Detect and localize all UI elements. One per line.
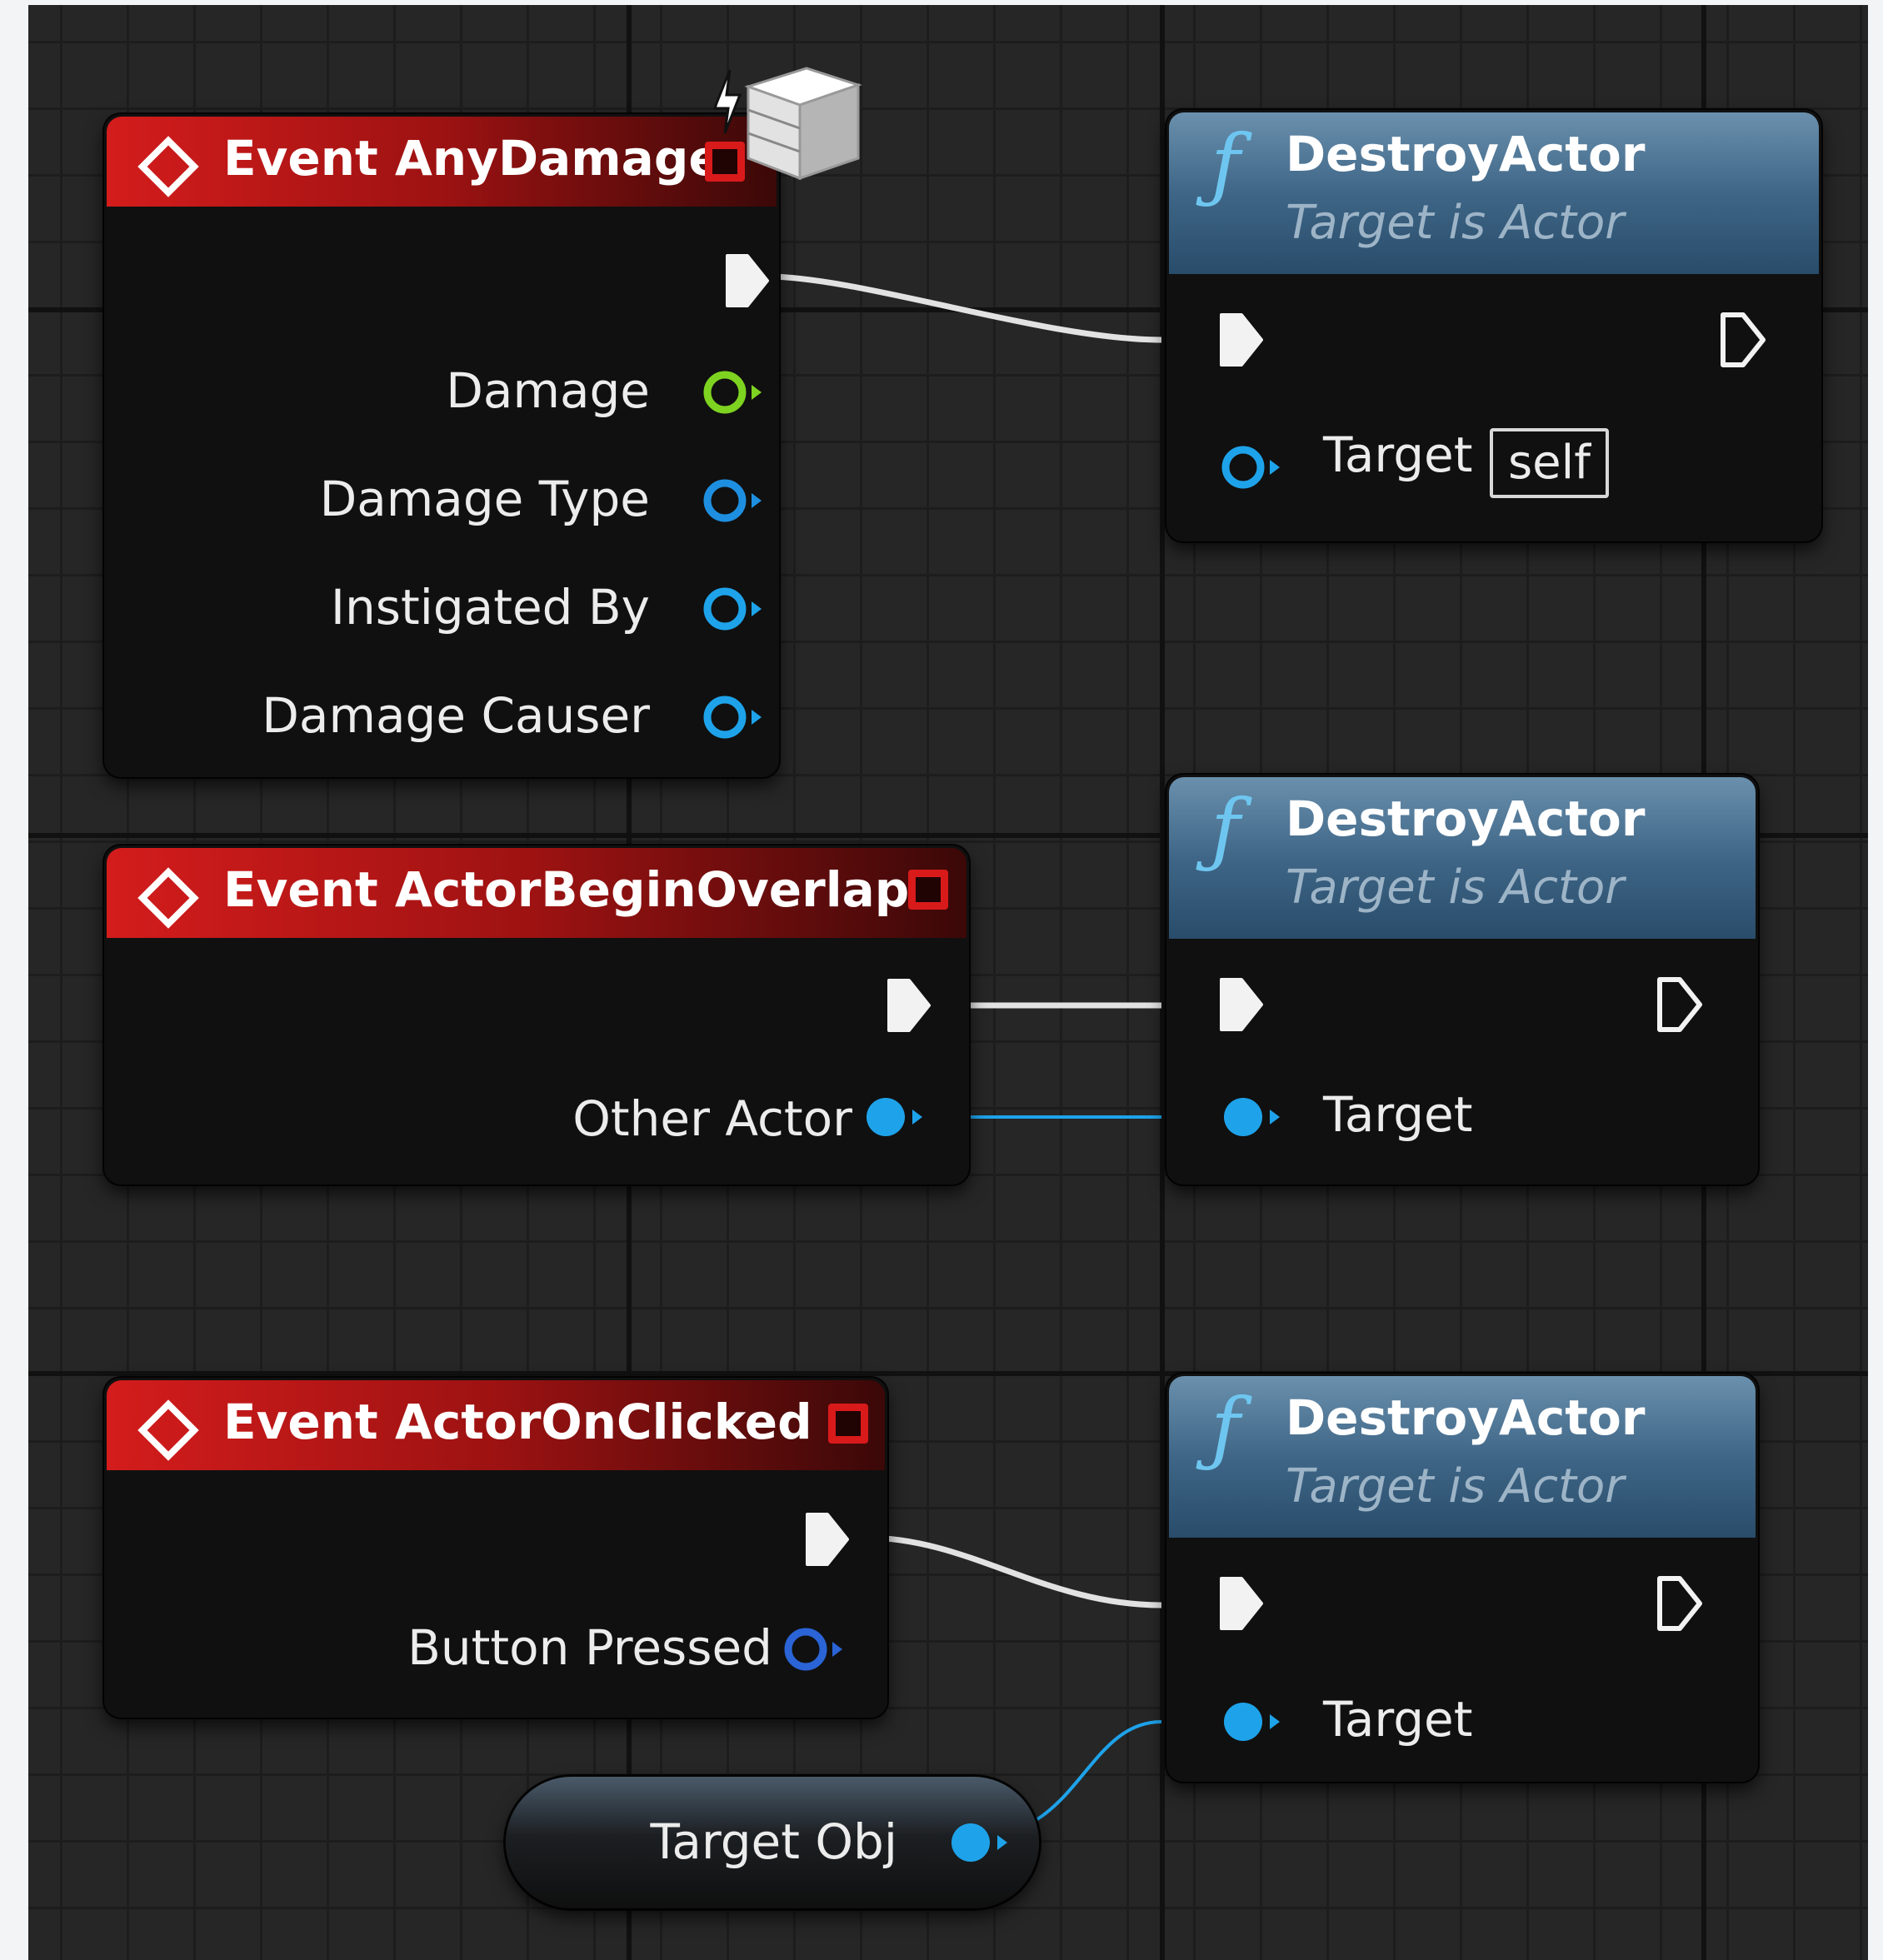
object-pin-icon[interactable] [862, 1091, 924, 1143]
object-pin-icon[interactable] [1220, 1696, 1281, 1748]
event-actoronclicked-header[interactable]: Event ActorOnClicked [107, 1380, 885, 1470]
replication-cube-icon [712, 67, 862, 181]
event-actorbeginoverlap-node[interactable]: Event ActorBeginOverlap Other Actor [104, 845, 969, 1184]
object-pin-icon[interactable] [947, 1817, 1009, 1868]
event-actoronclicked-title: Event ActorOnClicked [223, 1394, 812, 1450]
event-anydamage-node[interactable]: Event AnyDamage Damage Damage Type Insti… [104, 114, 779, 777]
destroyactor-subtitle-1: Target is Actor [1286, 196, 1625, 250]
exec-out-pin[interactable] [801, 1509, 852, 1569]
delegate-pin-icon[interactable] [828, 1404, 868, 1444]
pin-label-damage: Damage [446, 362, 650, 419]
exec-out-pin[interactable] [1716, 310, 1768, 370]
object-pin-icon[interactable] [1220, 1091, 1281, 1143]
destroyactor-title-2: DestroyActor [1286, 790, 1646, 847]
blueprint-graph-canvas[interactable]: Event AnyDamage Damage Damage Type Insti… [28, 5, 1868, 1960]
destroyactor-node-2[interactable]: ƒ DestroyActor Target is Actor Target [1166, 775, 1758, 1184]
destroyactor-node-1[interactable]: ƒ DestroyActor Target is Actor Target se… [1166, 110, 1821, 541]
pin-label-damage-causer: Damage Causer [262, 687, 650, 744]
event-anydamage-header[interactable]: Event AnyDamage [107, 117, 777, 207]
destroyactor-node-3[interactable]: ƒ DestroyActor Target is Actor Target [1166, 1374, 1758, 1782]
exec-out-pin[interactable] [882, 975, 934, 1035]
object-pin-icon[interactable] [702, 583, 763, 635]
pin-label-target: Target [1323, 426, 1473, 483]
destroyactor-title-3: DestroyActor [1286, 1389, 1646, 1446]
variable-getter-target-obj[interactable]: Target Obj [506, 1777, 1039, 1908]
destroyactor-header-1[interactable]: ƒ DestroyActor Target is Actor [1169, 112, 1819, 274]
function-icon: ƒ [1211, 1381, 1241, 1474]
object-pin-icon[interactable] [702, 691, 763, 743]
pin-label-damage-type: Damage Type [319, 471, 650, 527]
diamond-icon [137, 136, 199, 197]
exec-in-pin[interactable] [1215, 1573, 1266, 1633]
event-anydamage-title: Event AnyDamage [223, 130, 722, 187]
function-icon: ƒ [1211, 117, 1241, 211]
destroyactor-header-3[interactable]: ƒ DestroyActor Target is Actor [1169, 1376, 1756, 1538]
exec-out-pin[interactable] [721, 251, 772, 311]
delegate-pin-icon[interactable] [908, 870, 948, 910]
exec-in-pin[interactable] [1215, 310, 1266, 370]
destroyactor-subtitle-3: Target is Actor [1286, 1459, 1625, 1514]
pin-label-instigated-by: Instigated By [330, 579, 650, 636]
event-actorbeginoverlap-header[interactable]: Event ActorBeginOverlap [107, 848, 966, 938]
float-pin-icon[interactable] [702, 367, 763, 418]
object-pin-icon[interactable] [1220, 441, 1281, 493]
destroyactor-subtitle-2: Target is Actor [1286, 860, 1625, 915]
exec-wire-onclicked[interactable] [865, 1534, 1162, 1608]
exec-wire-anydamage[interactable] [766, 273, 1162, 343]
pin-label-button-pressed: Button Pressed [407, 1619, 772, 1676]
key-pin-icon[interactable] [782, 1623, 844, 1675]
event-actoronclicked-node[interactable]: Event ActorOnClicked Button Pressed [104, 1378, 887, 1718]
pin-label-other-actor: Other Actor [572, 1090, 852, 1147]
exec-in-pin[interactable] [1215, 975, 1266, 1035]
variable-label-target-obj: Target Obj [650, 1813, 897, 1870]
class-pin-icon[interactable] [702, 475, 763, 526]
diamond-icon [137, 867, 199, 929]
pin-label-target: Target [1323, 1691, 1473, 1748]
target-default-self-field[interactable]: self [1490, 428, 1609, 498]
destroyactor-header-2[interactable]: ƒ DestroyActor Target is Actor [1169, 777, 1756, 939]
exec-out-pin[interactable] [1653, 975, 1705, 1035]
event-actorbeginoverlap-title: Event ActorBeginOverlap [223, 861, 910, 918]
destroyactor-title-1: DestroyActor [1286, 126, 1646, 182]
function-icon: ƒ [1211, 782, 1241, 875]
diamond-icon [137, 1399, 199, 1461]
exec-out-pin[interactable] [1653, 1573, 1705, 1633]
pin-label-target: Target [1323, 1086, 1473, 1143]
